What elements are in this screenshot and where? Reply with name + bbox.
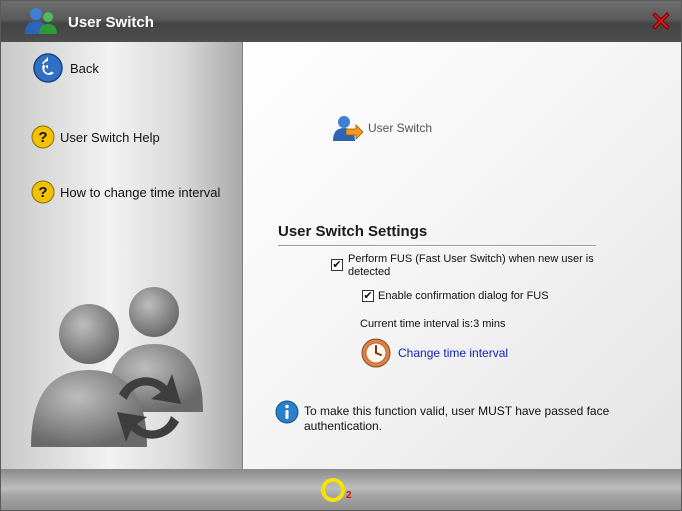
question-icon: ? [31,180,55,204]
main-panel: User Switch User Switch Settings ✔ Perfo… [244,42,681,469]
settings-divider [278,245,596,247]
current-interval-text: Current time interval is:3 mins [360,318,506,330]
svg-text:2: 2 [346,490,352,501]
svg-text:?: ? [38,184,47,201]
question-icon: ? [31,125,55,149]
clock-icon[interactable] [361,338,391,368]
user-switch-window: User Switch Back ? User Switch Help ? Ho… [0,0,682,511]
user-switch-icon [333,116,364,141]
window-title: User Switch [68,14,154,31]
footer-bar: 2 [1,469,681,510]
change-time-interval-link[interactable]: Change time interval [398,346,508,360]
help-label: User Switch Help [60,129,160,145]
back-button[interactable]: Back [32,52,99,84]
close-icon[interactable] [649,9,673,33]
o2-logo-icon: 2 [321,478,352,502]
settings-title: User Switch Settings [278,223,428,240]
interval-help-label: How to change time interval [60,184,221,200]
back-arrow-icon [33,53,63,83]
time-interval-help-link[interactable]: ? How to change time interval [31,180,220,204]
svg-text:?: ? [38,129,47,146]
confirmation-checkbox-label: Enable confirmation dialog for FUS [378,290,549,302]
user-switch-help-link[interactable]: ? User Switch Help [31,125,160,149]
info-message: To make this function valid, user MUST h… [304,404,610,433]
back-label: Back [70,60,99,76]
fus-checkbox[interactable]: ✔ [331,259,343,271]
confirmation-checkbox[interactable]: ✔ [362,290,374,302]
users-refresh-icon [31,287,203,447]
fus-checkbox-label: Perform FUS (Fast User Switch) when new … [348,253,594,278]
info-icon [275,400,299,424]
sidebar: Back ? User Switch Help ? How to change … [1,42,243,469]
title-bar: User Switch [1,1,681,42]
users-icon [25,8,57,34]
header-label: User Switch [368,121,433,135]
